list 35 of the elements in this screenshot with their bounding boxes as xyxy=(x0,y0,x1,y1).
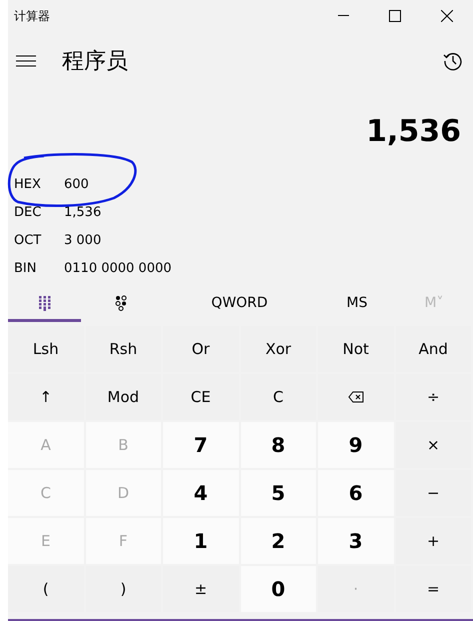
calculator-key[interactable]: 5 xyxy=(240,470,316,516)
backspace-icon xyxy=(348,391,364,403)
calculator-key[interactable]: 3 xyxy=(318,518,394,564)
radix-value: 1,536 xyxy=(64,204,102,220)
history-icon xyxy=(443,51,463,71)
toolbar-tab[interactable]: MS xyxy=(319,286,395,322)
radix-row[interactable]: DEC 1,536 xyxy=(8,198,473,226)
radix-value: 3 000 xyxy=(64,232,102,248)
close-icon xyxy=(441,10,453,22)
radix-label: BIN xyxy=(14,260,38,276)
maximize-icon xyxy=(389,10,401,22)
radix-value: 0110 0000 0000 xyxy=(64,260,172,276)
calculator-key[interactable]: 4 xyxy=(163,470,238,516)
calculator-key[interactable]: 7 xyxy=(163,422,238,468)
radix-row[interactable]: BIN 0110 0000 0000 xyxy=(8,254,473,282)
radix-label: OCT xyxy=(14,232,42,248)
keypad-icon xyxy=(38,294,52,310)
radix-row[interactable]: OCT 3 000 xyxy=(8,226,473,254)
calculator-key[interactable]: 2 xyxy=(240,518,316,564)
radix-label: HEX xyxy=(14,176,42,192)
menu-icon xyxy=(16,54,36,68)
calculator-key[interactable]: 6 xyxy=(318,470,394,516)
dots-icon xyxy=(114,294,128,310)
mode-title: 程序员 xyxy=(62,48,129,76)
result-display: 1,536 xyxy=(366,114,461,151)
calculator-key[interactable]: 8 xyxy=(240,422,316,468)
calculator-key[interactable]: 9 xyxy=(318,422,394,468)
calculator-key[interactable]: 1 xyxy=(163,518,238,564)
radix-label: DEC xyxy=(14,204,42,220)
radix-row[interactable]: HEX 600 xyxy=(8,170,473,198)
radix-value: 600 xyxy=(64,176,89,192)
window-title: 计算器 xyxy=(13,8,51,24)
minimize-icon xyxy=(338,15,348,17)
calculator-key[interactable]: 0 xyxy=(240,566,316,612)
toolbar-tab[interactable]: QWORD xyxy=(160,286,319,322)
